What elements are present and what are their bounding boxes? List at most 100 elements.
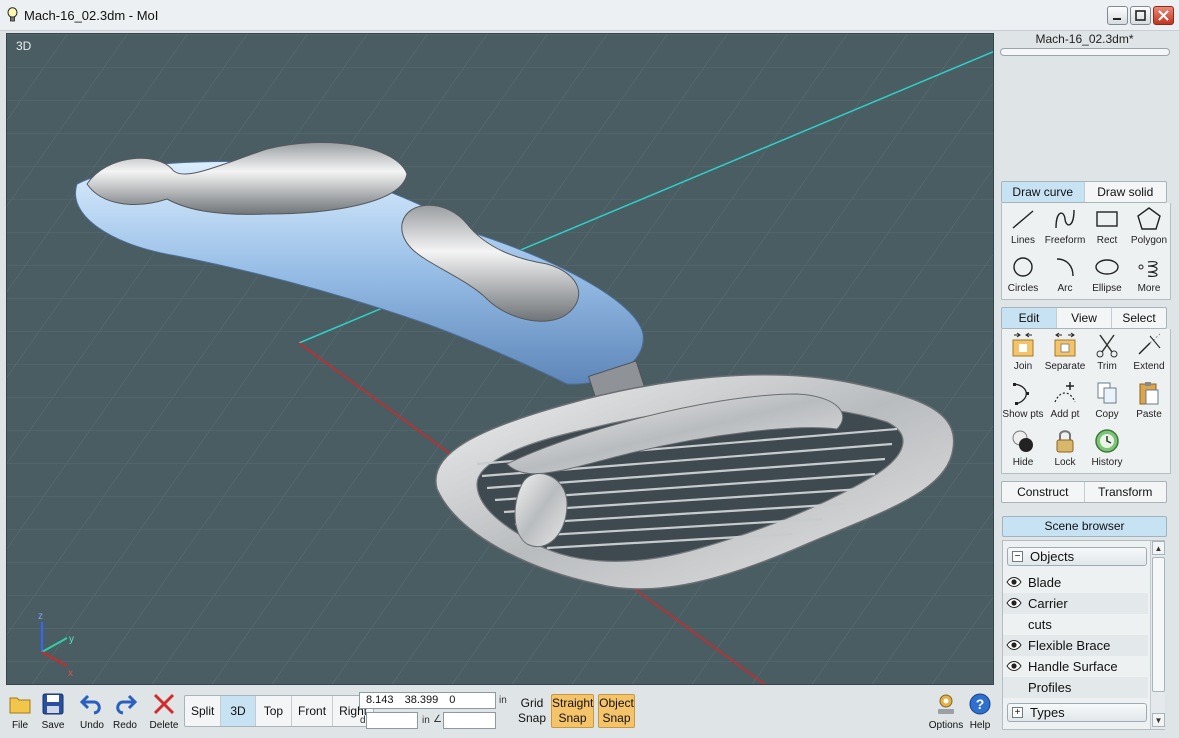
straight-snap-toggle[interactable]: Straight Snap — [551, 694, 594, 728]
distance-input[interactable] — [366, 712, 418, 729]
objects-group-label: Objects — [1030, 549, 1075, 564]
add-pt-tool[interactable]: Add pt — [1044, 377, 1086, 425]
list-item[interactable]: Handle Surface — [1003, 656, 1148, 677]
viewport-canvas[interactable]: z y x — [7, 34, 994, 685]
eye-icon[interactable] — [1006, 640, 1022, 650]
arc-tool[interactable]: Arc — [1044, 251, 1086, 299]
tool-label: Polygon — [1130, 235, 1168, 246]
list-item[interactable]: Carrier — [1003, 593, 1148, 614]
eye-icon[interactable] — [1006, 577, 1022, 587]
object-name: Profiles — [1028, 680, 1072, 695]
collapse-icon[interactable]: − — [1012, 551, 1023, 562]
show-pts-tool[interactable]: Show pts — [1002, 377, 1044, 425]
angle-input[interactable] — [443, 712, 496, 729]
tab-draw-solid[interactable]: Draw solid — [1085, 182, 1167, 202]
scroll-up-icon[interactable]: ▲ — [1152, 541, 1165, 555]
grid-snap-line1: Grid — [520, 696, 544, 710]
arc-icon — [1056, 258, 1074, 277]
tab-view[interactable]: View — [1057, 308, 1112, 328]
eye-icon[interactable] — [1006, 598, 1022, 608]
close-button[interactable] — [1153, 6, 1174, 25]
view-switcher: Split 3D Top Front Right — [184, 695, 375, 727]
list-item[interactable]: Blade — [1003, 572, 1148, 593]
tab-construct[interactable]: Construct — [1002, 482, 1085, 502]
list-item[interactable]: cuts — [1003, 614, 1148, 635]
list-item[interactable]: Profiles — [1003, 677, 1148, 698]
tool-label: Ellipse — [1092, 283, 1122, 294]
tool-label: Rect — [1096, 235, 1118, 246]
list-item[interactable]: Flexible Brace — [1003, 635, 1148, 656]
ellipse-tool[interactable]: Ellipse — [1086, 251, 1128, 299]
edit-tool-grid: Join Separate Trim Extend Show pts Add p… — [1001, 329, 1171, 474]
tab-transform[interactable]: Transform — [1085, 482, 1167, 502]
options-button[interactable]: Options — [928, 692, 964, 731]
view-3d-button[interactable]: 3D — [221, 696, 256, 726]
join-tool[interactable]: Join — [1002, 329, 1044, 377]
draw-tool-grid: Lines Freeform Rect Polygon Circles Arc … — [1001, 203, 1171, 300]
ellipse-icon — [1095, 259, 1119, 275]
expand-icon[interactable]: + — [1012, 707, 1023, 718]
history-icon — [1095, 429, 1119, 453]
lines-tool[interactable]: Lines — [1002, 203, 1044, 251]
minimize-button[interactable] — [1107, 6, 1128, 25]
delete-button[interactable]: Delete — [148, 692, 180, 731]
trim-tool[interactable]: Trim — [1086, 329, 1128, 377]
paste-tool[interactable]: Paste — [1128, 377, 1170, 425]
freeform-curve-icon — [1055, 209, 1075, 229]
grid-snap-toggle[interactable]: Grid Snap — [518, 696, 546, 726]
redo-icon — [116, 694, 137, 715]
progress-bar — [1000, 48, 1170, 56]
join-icon — [1012, 332, 1034, 357]
circles-tool[interactable]: Circles — [1002, 251, 1044, 299]
straight-snap-line1: Straight — [552, 696, 594, 710]
add-point-icon — [1054, 382, 1076, 403]
tool-label: Show pts — [1002, 409, 1044, 420]
file-button[interactable]: File — [4, 692, 36, 731]
history-tool[interactable]: History — [1086, 425, 1128, 473]
copy-tool[interactable]: Copy — [1086, 377, 1128, 425]
save-label: Save — [41, 720, 65, 731]
scroll-thumb[interactable] — [1152, 557, 1165, 692]
lock-tool[interactable]: Lock — [1044, 425, 1086, 473]
construct-tabs: Construct Transform — [1001, 481, 1167, 503]
view-front-button[interactable]: Front — [292, 696, 334, 726]
undo-button[interactable]: Undo — [76, 692, 108, 731]
tab-edit[interactable]: Edit — [1002, 308, 1057, 328]
eye-icon[interactable] — [1006, 661, 1022, 671]
separate-tool[interactable]: Separate — [1044, 329, 1086, 377]
z-axis-label: z — [38, 611, 43, 622]
extend-tool[interactable]: Extend — [1128, 329, 1170, 377]
maximize-icon — [1135, 10, 1146, 21]
distance-label: d — [360, 715, 366, 726]
object-snap-toggle[interactable]: Object Snap — [598, 694, 635, 728]
tool-label: Hide — [1012, 457, 1034, 468]
save-button[interactable]: Save — [37, 692, 69, 731]
straight-snap-line2: Snap — [558, 711, 587, 725]
rect-tool[interactable]: Rect — [1086, 203, 1128, 251]
hide-tool[interactable]: Hide — [1002, 425, 1044, 473]
viewport-3d[interactable]: z y x 3D — [6, 33, 994, 685]
coord-unit: in — [499, 695, 507, 706]
file-name: Mach-16_02.3dm* — [1035, 32, 1134, 46]
view-top-button[interactable]: Top — [256, 696, 293, 726]
help-button[interactable]: ? Help — [964, 692, 996, 731]
polygon-tool[interactable]: Polygon — [1128, 203, 1170, 251]
redo-button[interactable]: Redo — [109, 692, 141, 731]
objects-group[interactable]: − Objects — [1007, 547, 1147, 566]
help-label: Help — [969, 720, 991, 731]
tool-label: Paste — [1136, 409, 1162, 420]
types-group[interactable]: + Types — [1007, 703, 1147, 722]
tab-select[interactable]: Select — [1112, 308, 1166, 328]
view-split-button[interactable]: Split — [185, 696, 222, 726]
scene-browser-header[interactable]: Scene browser — [1002, 516, 1167, 537]
maximize-button[interactable] — [1130, 6, 1151, 25]
coordinate-input[interactable]: 8.143 38.399 0 — [359, 692, 496, 709]
tool-label: Circles — [1007, 283, 1039, 294]
freeform-tool[interactable]: Freeform — [1044, 203, 1086, 251]
tool-label: Separate — [1044, 361, 1086, 372]
scene-scrollbar[interactable]: ▲ ▼ — [1150, 541, 1165, 729]
tab-draw-curve[interactable]: Draw curve — [1002, 182, 1085, 202]
tool-label: Extend — [1133, 361, 1165, 372]
scroll-down-icon[interactable]: ▼ — [1152, 713, 1165, 727]
more-tool[interactable]: More — [1128, 251, 1170, 299]
